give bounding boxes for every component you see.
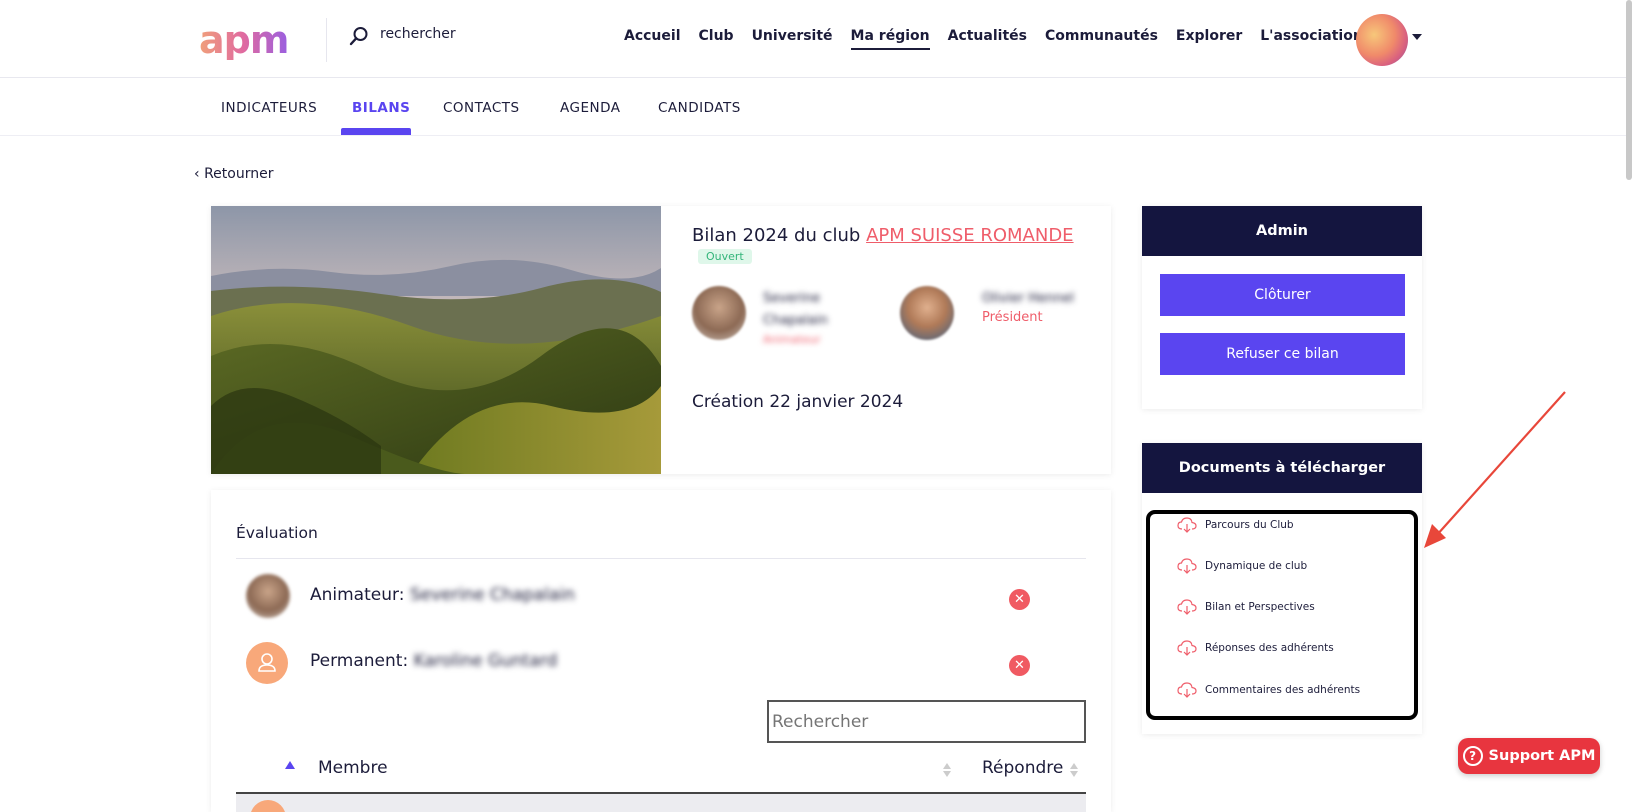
animateur-eval-name: Severine Chapalain [409, 585, 575, 605]
admin-panel-title: Admin [1142, 206, 1422, 256]
nav-club[interactable]: Club [699, 28, 734, 50]
active-tab-indicator [341, 128, 411, 135]
sort-icon[interactable] [1069, 762, 1079, 778]
bilan-title-prefix: Bilan 2024 du club [692, 225, 867, 246]
tab-bilans[interactable]: BILANS [352, 100, 410, 116]
sort-asc-icon[interactable] [284, 760, 296, 770]
bilan-title: Bilan 2024 du club APM SUISSE ROMANDE [692, 225, 1074, 246]
tab-indicateurs[interactable]: INDICATEURS [221, 100, 317, 116]
table-row [236, 794, 1086, 812]
remove-permanent-button[interactable]: ✕ [1009, 655, 1030, 676]
annotation-arrow-icon [1424, 391, 1566, 548]
club-link[interactable]: APM SUISSE ROMANDE [866, 225, 1074, 246]
nav-universite[interactable]: Université [752, 28, 833, 50]
president-name: Olivier Hennel [982, 291, 1075, 306]
user-avatar[interactable] [1356, 14, 1408, 66]
animateur-eval-label: Animateur: [310, 585, 405, 605]
column-respond[interactable]: Répondre [982, 758, 1063, 778]
cloud-download-icon [1177, 682, 1197, 698]
animateur-avatar [692, 286, 746, 340]
sort-icon[interactable] [942, 762, 952, 778]
nav-accueil[interactable]: Accueil [624, 28, 681, 50]
nav-actualites[interactable]: Actualités [948, 28, 1027, 50]
document-label: Parcours du Club [1205, 519, 1294, 531]
search-input[interactable]: rechercher [380, 26, 456, 42]
column-member[interactable]: Membre [318, 758, 388, 778]
tab-agenda[interactable]: AGENDA [560, 100, 620, 116]
nav-communautes[interactable]: Communautés [1045, 28, 1158, 50]
support-label: Support APM [1488, 748, 1596, 764]
animateur-eval-avatar [246, 574, 290, 618]
evaluation-title: Évaluation [236, 524, 318, 542]
page-scrollbar[interactable] [1626, 0, 1632, 180]
nav-ma-region[interactable]: Ma région [850, 28, 930, 50]
permanent-eval-name: Karoline Guntard [413, 651, 558, 671]
hero-image [211, 206, 661, 474]
tab-candidats[interactable]: CANDIDATS [658, 100, 741, 116]
avatar [250, 800, 286, 812]
animateur-name-line1: Severine [763, 291, 821, 306]
help-icon: ? [1462, 746, 1483, 766]
top-header: apm rechercher Accueil Club Université M… [0, 0, 1632, 78]
document-bilan-et-perspectives[interactable]: Bilan et Perspectives [1177, 598, 1315, 616]
member-search-input[interactable] [767, 700, 1086, 743]
close-bilan-button[interactable]: Clôturer [1160, 274, 1405, 316]
document-label: Dynamique de club [1205, 560, 1308, 572]
tab-contacts[interactable]: CONTACTS [443, 100, 520, 116]
search-icon[interactable] [349, 26, 369, 46]
document-parcours-du-club[interactable]: Parcours du Club [1177, 516, 1294, 534]
permanent-avatar [246, 642, 288, 684]
cloud-download-icon [1177, 517, 1197, 533]
cloud-download-icon [1177, 558, 1197, 574]
status-badge: Ouvert [698, 249, 752, 264]
president-avatar [900, 286, 954, 340]
chevron-down-icon[interactable] [1412, 34, 1422, 40]
apm-logo[interactable]: apm [199, 20, 289, 60]
main-nav: Accueil Club Université Ma région Actual… [624, 28, 1381, 50]
document-dynamique-de-club[interactable]: Dynamique de club [1177, 557, 1307, 575]
cloud-download-icon [1177, 640, 1197, 656]
permanent-eval-label: Permanent: [310, 651, 409, 671]
document-label: Bilan et Perspectives [1205, 601, 1315, 613]
back-label: Retourner [204, 166, 274, 182]
animateur-name-line2: Chapalain [763, 313, 828, 328]
document-label: Commentaires des adhérents [1205, 684, 1361, 696]
document-commentaires-des-adherents[interactable]: Commentaires des adhérents [1177, 681, 1360, 699]
documents-panel-title: Documents à télécharger [1142, 443, 1422, 493]
document-reponses-des-adherents[interactable]: Réponses des adhérents [1177, 639, 1334, 657]
nav-association[interactable]: L'association [1260, 28, 1363, 50]
permanent-eval-row: Permanent: Karoline Guntard [310, 651, 557, 671]
back-link[interactable]: ‹ Retourner [194, 166, 273, 182]
document-label: Réponses des adhérents [1205, 642, 1334, 654]
remove-animateur-button[interactable]: ✕ [1009, 589, 1030, 610]
evaluation-divider [236, 558, 1086, 559]
creation-date: Création 22 janvier 2024 [692, 392, 904, 412]
user-icon [258, 653, 276, 672]
refuse-bilan-button[interactable]: Refuser ce bilan [1160, 333, 1405, 375]
animateur-eval-row: Animateur: Severine Chapalain [310, 585, 575, 605]
sub-nav: INDICATEURS BILANS CONTACTS AGENDA CANDI… [0, 78, 1632, 136]
animateur-role: Animateur [763, 333, 821, 346]
support-button[interactable]: ? Support APM [1458, 738, 1600, 774]
header-divider [326, 18, 327, 62]
nav-explorer[interactable]: Explorer [1176, 28, 1242, 50]
president-role: Président [982, 310, 1043, 325]
cloud-download-icon [1177, 599, 1197, 615]
